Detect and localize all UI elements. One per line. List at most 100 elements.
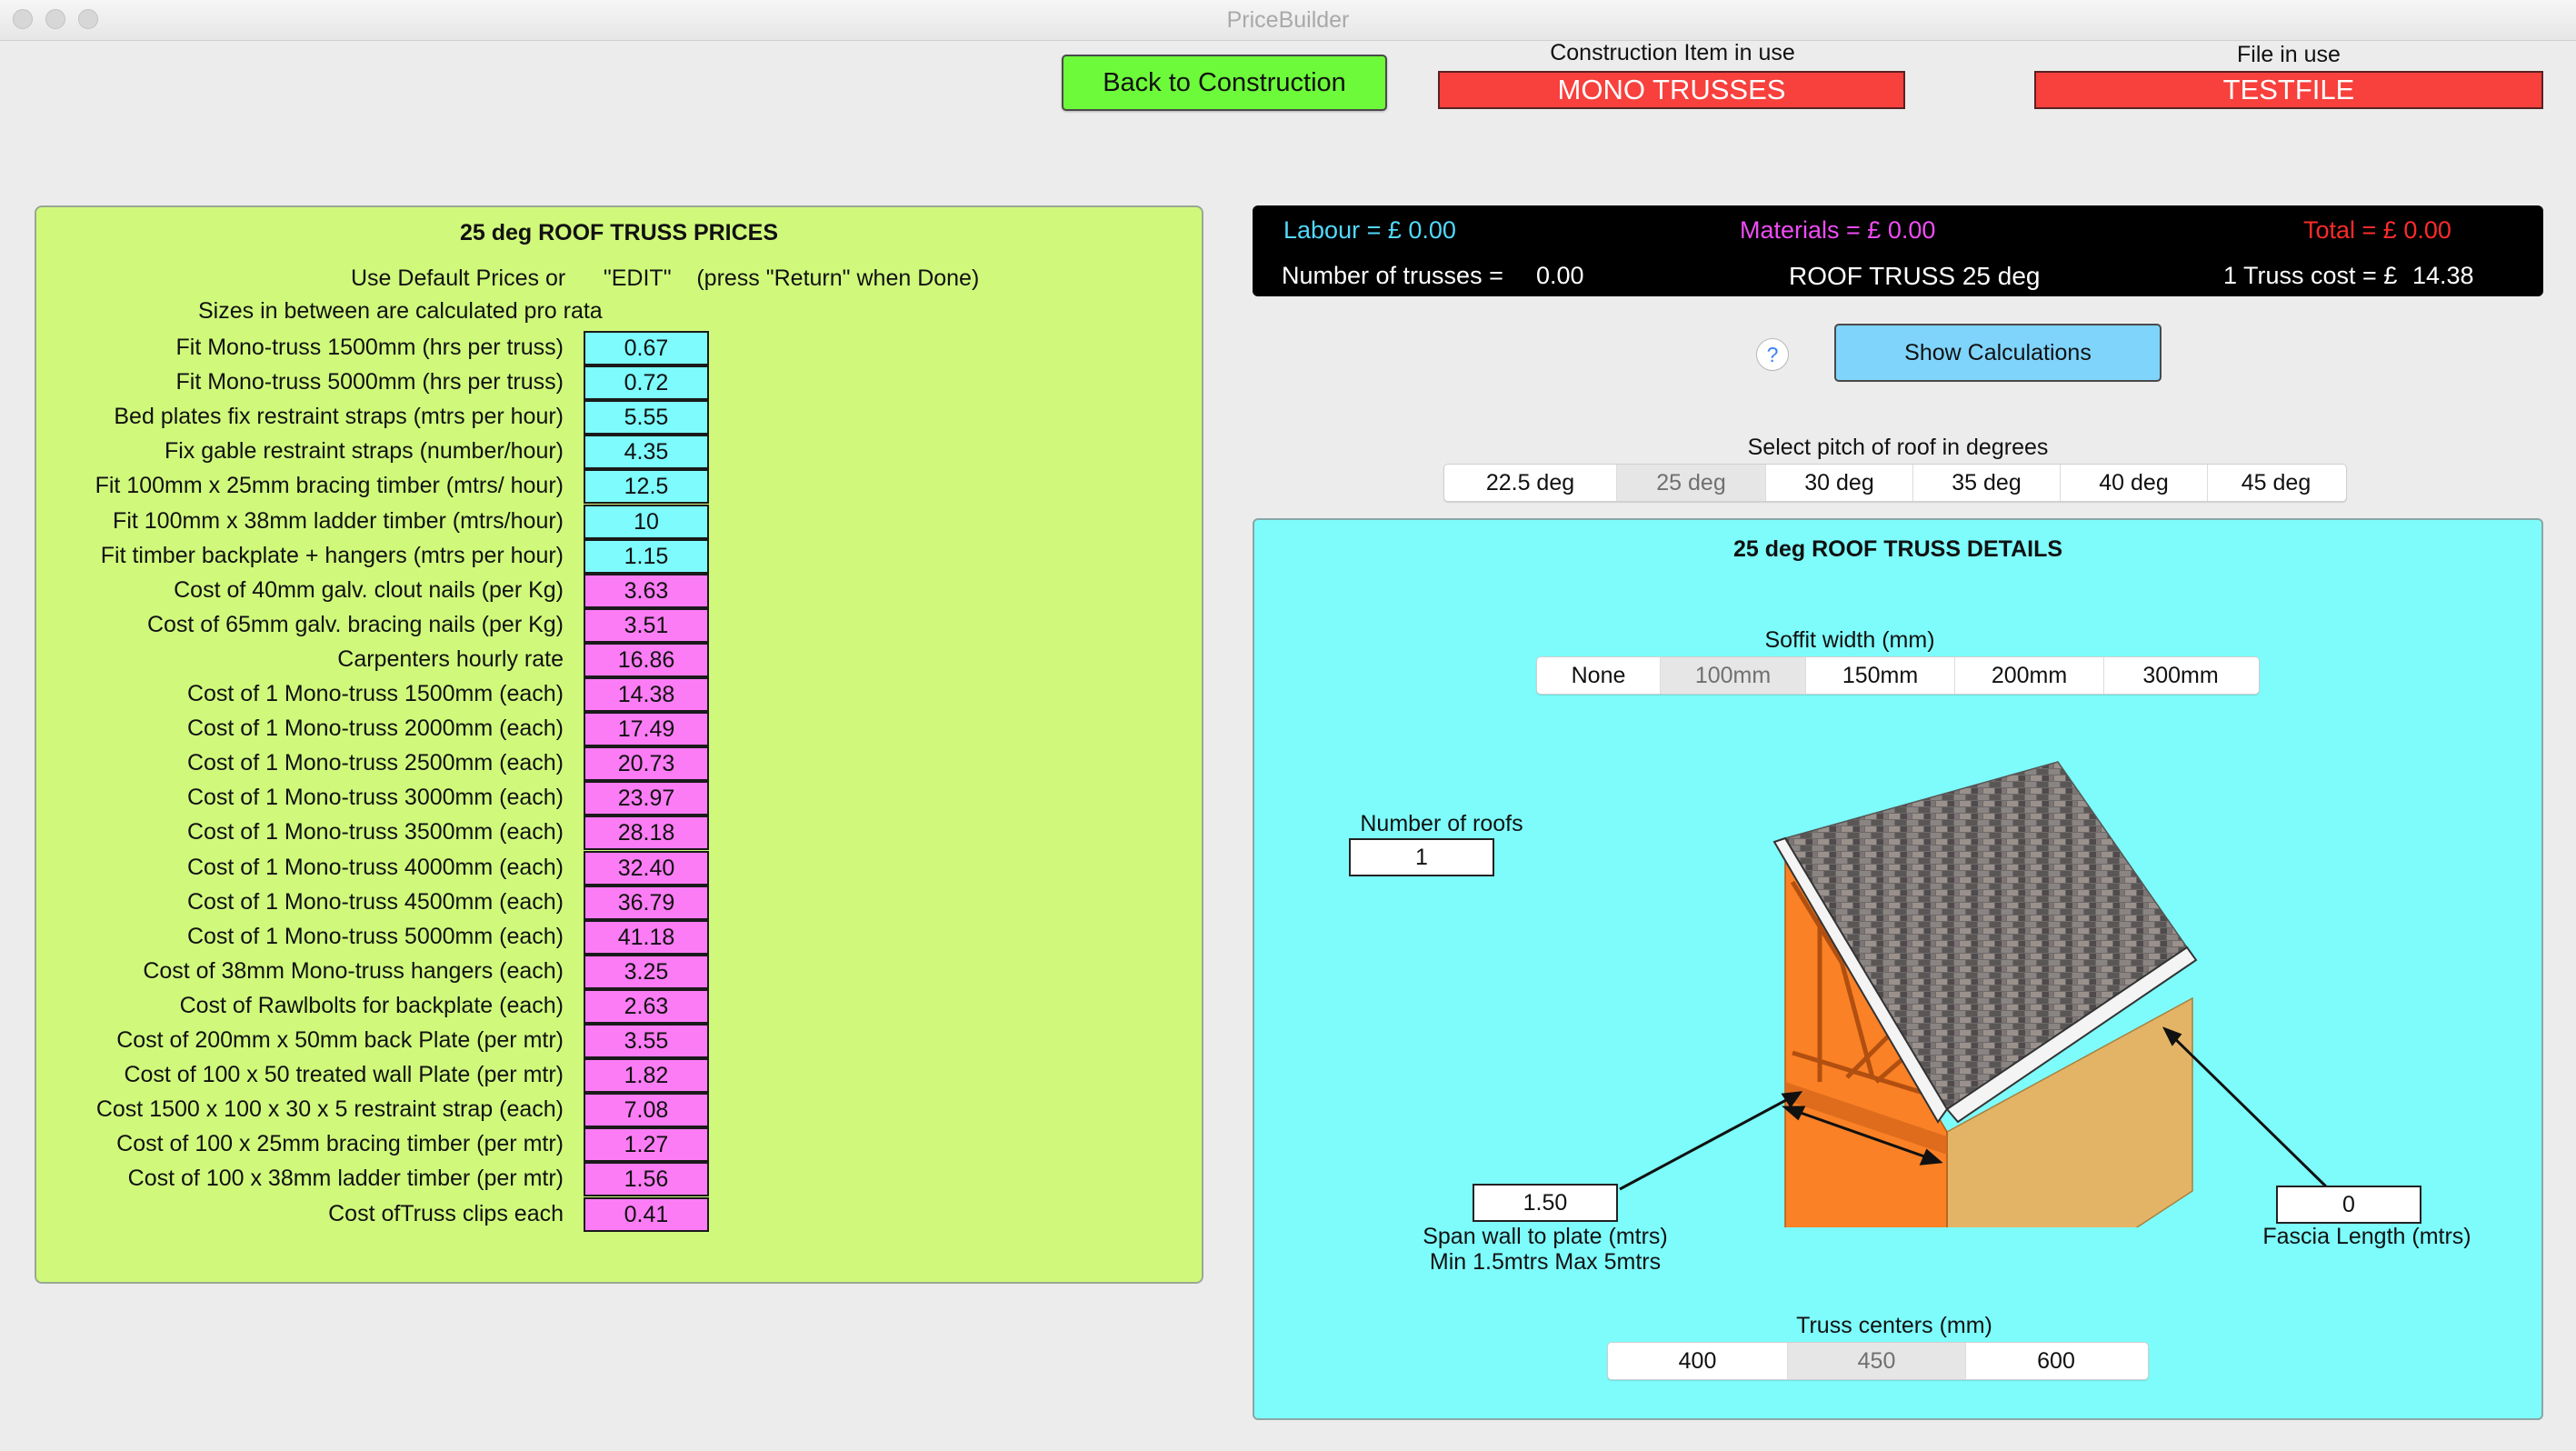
price-value-input[interactable]: 3.63	[584, 574, 709, 608]
pro-rata-note: Sizes in between are calculated pro rata	[198, 298, 603, 324]
number-of-roofs-label: Number of roofs	[1360, 811, 1523, 836]
price-row-label: Cost of 1 Mono-truss 3000mm (each)	[186, 785, 564, 810]
price-row-label: Cost of 1 Mono-truss 4000mm (each)	[186, 855, 564, 880]
price-value-input[interactable]: 14.38	[584, 677, 709, 712]
price-row-label: Bed plates fix restraint straps (mtrs pe…	[114, 404, 564, 429]
help-icon[interactable]: ?	[1756, 338, 1789, 371]
pitch-option[interactable]: 40 deg	[2061, 465, 2208, 501]
number-of-roofs-input[interactable]: 1	[1349, 838, 1494, 876]
price-row-label: Fit 100mm x 38mm ladder timber (mtrs/hou…	[113, 508, 564, 534]
price-value-input[interactable]: 32.40	[584, 851, 709, 886]
truss-centers-label: Truss centers (mm)	[1796, 1313, 1992, 1338]
pitch-label: Select pitch of roof in degrees	[1747, 435, 2049, 460]
price-row-label: Cost of 1 Mono-truss 3500mm (each)	[186, 819, 564, 845]
construction-item-label: Construction Item in use	[1550, 40, 1795, 65]
pitch-option[interactable]: 22.5 deg	[1444, 465, 1617, 501]
price-value-input[interactable]: 3.55	[584, 1024, 709, 1058]
grand-total: Total = £ 0.00	[2303, 216, 2451, 244]
price-row-label: Cost of 1 Mono-truss 5000mm (each)	[186, 924, 564, 949]
price-row-label: Cost of 1 Mono-truss 2000mm (each)	[186, 715, 564, 741]
price-value-input[interactable]: 28.18	[584, 816, 709, 850]
show-calculations-button[interactable]: Show Calculations	[1834, 324, 2162, 382]
truss-centers-option[interactable]: 600	[1966, 1343, 2146, 1379]
price-row-label: Cost of 200mm x 50mm back Plate (per mtr…	[116, 1027, 564, 1053]
cost-summary-bar: Labour = £ 0.00 Materials = £ 0.00 Total…	[1253, 205, 2543, 296]
price-value-input[interactable]: 10	[584, 505, 709, 539]
price-value-input[interactable]: 16.86	[584, 643, 709, 677]
soffit-width-option[interactable]: None	[1537, 657, 1661, 694]
price-row-label: Fit timber backplate + hangers (mtrs per…	[100, 543, 564, 568]
pitch-option[interactable]: 35 deg	[1913, 465, 2061, 501]
price-row-label: Fit 100mm x 25mm bracing timber (mtrs/ h…	[95, 473, 564, 498]
price-value-input[interactable]: 23.97	[584, 781, 709, 816]
truss-centers-option[interactable]: 450	[1788, 1343, 1966, 1379]
price-row-label: Cost of 1 Mono-truss 1500mm (each)	[186, 681, 564, 706]
callout-lines	[1619, 1026, 2331, 1191]
price-value-input[interactable]: 0.72	[584, 365, 709, 400]
price-row-label: Cost of 100 x 50 treated wall Plate (per…	[124, 1062, 564, 1087]
price-value-input[interactable]: 1.27	[584, 1127, 709, 1162]
pitch-option[interactable]: 45 deg	[2208, 465, 2344, 501]
price-value-input[interactable]: 3.25	[584, 955, 709, 989]
price-value-input[interactable]: 1.82	[584, 1058, 709, 1093]
span-input[interactable]: 1.50	[1473, 1184, 1618, 1222]
file-in-use-label: File in use	[2237, 42, 2341, 67]
fascia-length-input[interactable]: 0	[2276, 1186, 2421, 1224]
price-row-label: Cost of 100 x 38mm ladder timber (per mt…	[127, 1166, 564, 1191]
materials-total: Materials = £ 0.00	[1740, 216, 1936, 244]
price-value-input[interactable]: 3.51	[584, 608, 709, 643]
soffit-width-option[interactable]: 100mm	[1661, 657, 1806, 694]
price-row-label: Cost of 1 Mono-truss 2500mm (each)	[186, 750, 564, 776]
title-bar: PriceBuilder	[0, 0, 2576, 41]
price-row-label: Fit Mono-truss 1500mm (hrs per truss)	[175, 335, 564, 360]
price-row-label: Cost ofTruss clips each	[328, 1201, 564, 1226]
pitch-selector: 22.5 deg 25 deg 30 deg 35 deg 40 deg 45 deg	[1443, 464, 2347, 502]
price-value-input[interactable]: 0.67	[584, 331, 709, 365]
pitch-option[interactable]: 25 deg	[1617, 465, 1766, 501]
price-value-input[interactable]: 5.55	[584, 400, 709, 435]
truss-centers-option[interactable]: 400	[1608, 1343, 1788, 1379]
price-value-input[interactable]: 7.08	[584, 1093, 709, 1127]
construction-item-field: MONO TRUSSES	[1438, 71, 1905, 109]
price-value-input[interactable]: 12.5	[584, 469, 709, 504]
price-value-input[interactable]: 2.63	[584, 989, 709, 1024]
span-limits-note: Min 1.5mtrs Max 5mtrs	[1429, 1249, 1662, 1275]
truss-cost-label: 1 Truss cost = £	[2223, 262, 2398, 289]
price-value-input[interactable]: 17.49	[584, 712, 709, 746]
soffit-width-option[interactable]: 200mm	[1955, 657, 2104, 694]
price-row-label: Cost of 65mm galv. bracing nails (per Kg…	[146, 612, 564, 637]
price-row-label: Cost of Rawlbolts for backplate (each)	[179, 993, 564, 1018]
fascia-length-label: Fascia Length (mtrs)	[2262, 1224, 2471, 1249]
soffit-width-selector: None 100mm 150mm 200mm 300mm	[1536, 656, 2260, 695]
pitch-option[interactable]: 30 deg	[1766, 465, 1913, 501]
number-of-trusses-label: Number of trusses =	[1282, 262, 1503, 289]
price-row-label: Cost of 38mm Mono-truss hangers (each)	[143, 958, 564, 984]
span-label: Span wall to plate (mtrs)	[1423, 1224, 1668, 1249]
truss-centers-selector: 400 450 600	[1607, 1342, 2149, 1380]
price-row-label: Cost of 40mm galv. clout nails (per Kg)	[174, 577, 564, 603]
window-title: PriceBuilder	[1226, 7, 1350, 33]
price-row-label: Fix gable restraint straps (number/hour)	[164, 438, 564, 464]
price-value-input[interactable]: 0.41	[584, 1197, 709, 1232]
price-row-label: Cost of 1 Mono-truss 4500mm (each)	[186, 889, 564, 915]
price-value-input[interactable]: 41.18	[584, 920, 709, 955]
labour-total: Labour = £ 0.00	[1283, 216, 1456, 244]
truss-cost-value: 14.38	[2412, 262, 2474, 289]
roof-truss-details-panel: 25 deg ROOF TRUSS DETAILS Soffit width (…	[1253, 518, 2543, 1420]
price-row-label: Cost 1500 x 100 x 30 x 5 restraint strap…	[95, 1096, 564, 1122]
item-name: ROOF TRUSS 25 deg	[1789, 262, 2041, 290]
price-row-label: Fit Mono-truss 5000mm (hrs per truss)	[175, 369, 564, 395]
price-value-input[interactable]: 4.35	[584, 435, 709, 469]
soffit-width-option[interactable]: 300mm	[2104, 657, 2257, 694]
price-row-label: Carpenters hourly rate	[337, 646, 564, 672]
back-to-construction-button[interactable]: Back to Construction	[1062, 55, 1387, 111]
price-value-input[interactable]: 1.56	[584, 1162, 709, 1196]
prices-panel-title: 25 deg ROOF TRUSS PRICES	[459, 220, 779, 245]
price-value-input[interactable]: 1.15	[584, 539, 709, 574]
price-value-input[interactable]: 36.79	[584, 886, 709, 920]
file-in-use-field: TESTFILE	[2034, 71, 2543, 109]
edit-instruction-text: Use Default Prices or "EDIT" (press "Ret…	[351, 265, 980, 291]
soffit-width-option[interactable]: 150mm	[1806, 657, 1955, 694]
price-value-input[interactable]: 20.73	[584, 746, 709, 781]
number-of-trusses-value: 0.00	[1536, 262, 1584, 289]
